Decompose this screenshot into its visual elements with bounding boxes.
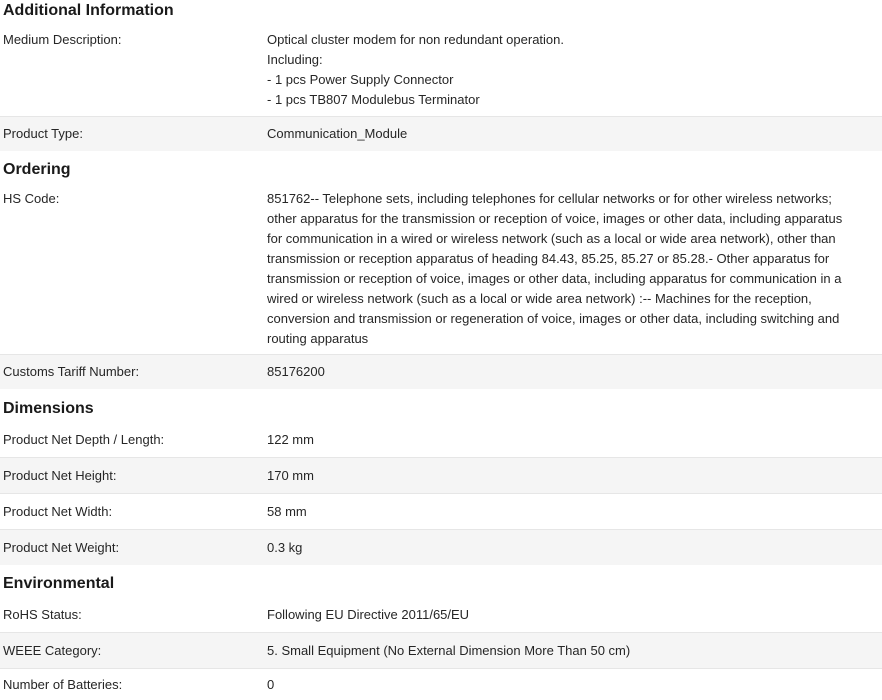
spec-label: Product Net Depth / Length: [3, 431, 165, 447]
value-line: for communication in a wired or wireless… [267, 231, 836, 246]
value-line: 5. Small Equipment (No External Dimensio… [267, 642, 631, 658]
section-title: Additional Information [3, 2, 174, 19]
spec-label: Product Net Width: [3, 503, 113, 519]
spec-value: 58 mm [267, 502, 882, 522]
value-line: 122 mm [267, 431, 314, 447]
spec-row-number-of-batteries: Number of Batteries: 0 [0, 669, 882, 700]
value-line: 85176200 [267, 364, 325, 379]
spec-value: 85176200 [267, 362, 882, 382]
spec-value: 122 mm [267, 430, 882, 450]
spec-value: Following EU Directive 2011/65/EU [267, 605, 882, 625]
value-line: 170 mm [267, 467, 314, 483]
value-line: conversion and transmission or regenerat… [267, 311, 840, 326]
value-line: routing apparatus [267, 331, 369, 346]
spec-value: 170 mm [267, 466, 882, 486]
value-line: - 1 pcs Power Supply Connector [267, 72, 454, 87]
spec-row-customs-tariff: Customs Tariff Number: 85176200 [0, 355, 882, 389]
spec-row-medium-description: Medium Description: Optical cluster mode… [0, 30, 882, 117]
spec-value: Optical cluster modem for non redundant … [267, 30, 882, 110]
value-line: 0.3 kg [267, 539, 303, 555]
spec-value: 851762-- Telephone sets, including telep… [267, 189, 882, 349]
value-line: - 1 pcs TB807 Modulebus Terminator [267, 92, 480, 107]
spec-row-rohs-status: RoHS Status: Following EU Directive 2011… [0, 597, 882, 633]
value-line: 58 mm [267, 503, 307, 519]
spec-label: WEEE Category: [3, 642, 102, 658]
value-line: 851762-- Telephone sets, including telep… [267, 191, 832, 206]
spec-label: Number of Batteries: [3, 676, 123, 692]
value-line: wired or wireless network (such as a loc… [267, 291, 812, 306]
value-line: Including: [267, 52, 323, 67]
spec-row-product-type: Product Type: Communication_Module [0, 117, 882, 151]
spec-label: Product Net Weight: [3, 539, 120, 555]
value-line: other apparatus for the transmission or … [267, 211, 843, 226]
value-line: Optical cluster modem for non redundant … [267, 32, 565, 47]
spec-row-net-depth: Product Net Depth / Length: 122 mm [0, 422, 882, 458]
spec-label: RoHS Status: [3, 606, 82, 622]
section-additional-information: Additional Information [0, 0, 882, 22]
section-title-dimensions: Dimensions [3, 400, 94, 417]
value-line: 0 [267, 676, 275, 692]
spec-row-net-height: Product Net Height: 170 mm [0, 458, 882, 494]
spec-row-net-weight: Product Net Weight: 0.3 kg [0, 530, 882, 565]
value-line: transmission or reception apparatus of h… [267, 251, 830, 266]
spec-label: Medium Description: [3, 32, 122, 47]
spec-row-hs-code: HS Code: 851762-- Telephone sets, includ… [0, 189, 882, 355]
spec-value: 0.3 kg [267, 538, 882, 558]
spec-value: 5. Small Equipment (No External Dimensio… [267, 641, 882, 661]
spec-row-weee-category: WEEE Category: 5. Small Equipment (No Ex… [0, 633, 882, 669]
spec-label: Product Type: [3, 126, 83, 141]
spec-value: Communication_Module [267, 124, 882, 144]
section-title-ordering: Ordering [3, 161, 71, 178]
section-title-environmental: Environmental [3, 575, 115, 592]
value-line: transmission or reception of voice, imag… [267, 271, 842, 286]
spec-row-net-width: Product Net Width: 58 mm [0, 494, 882, 530]
spec-label: Customs Tariff Number: [3, 364, 140, 379]
spec-label: Product Net Height: [3, 467, 117, 483]
spec-label: HS Code: [3, 191, 60, 206]
value-line: Communication_Module [267, 126, 408, 141]
value-line: Following EU Directive 2011/65/EU [267, 606, 470, 622]
spec-value: 0 [267, 675, 882, 695]
